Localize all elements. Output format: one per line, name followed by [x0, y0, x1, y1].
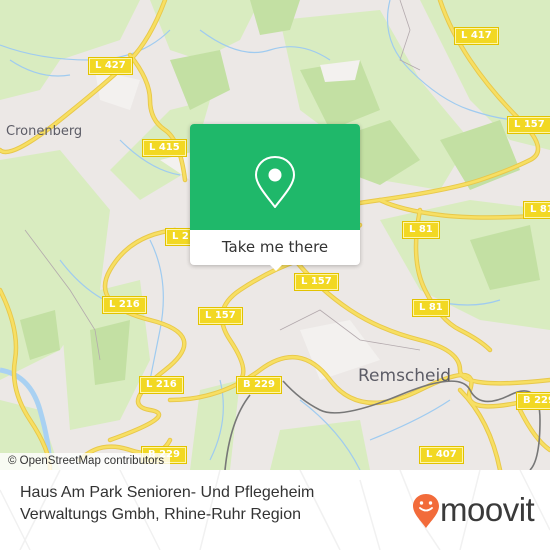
road-shield-l81: L 81 [524, 202, 550, 218]
footer: Haus Am Park Senioren- Und Pflegeheim Ve… [0, 470, 550, 550]
take-me-there-button[interactable]: Take me there [190, 230, 360, 265]
road-shield-b229: B 229 [517, 393, 550, 409]
popup-pointer [268, 263, 284, 271]
moovit-logo[interactable]: moovit [412, 490, 542, 530]
moovit-wordmark: moovit [440, 491, 535, 528]
road-shield-l157: L 157 [508, 117, 550, 133]
road-shield-l157: L 157 [199, 308, 242, 324]
location-popup: Take me there [190, 124, 360, 271]
road-shield-l417: L 417 [455, 28, 498, 44]
map-view[interactable]: Cronenberg Remscheid L 427 L 415 L 417 L… [0, 0, 550, 470]
moovit-pin-icon [413, 494, 439, 528]
road-shield-l81: L 81 [403, 222, 439, 238]
road-shield-l157: L 157 [295, 274, 338, 290]
road-shield-l216: L 216 [103, 297, 146, 313]
place-label-cronenberg: Cronenberg [6, 124, 83, 139]
road-shield-l216: L 216 [140, 377, 183, 393]
popup-header [190, 124, 360, 230]
road-shield-l427: L 427 [89, 58, 132, 74]
road-shield-l415: L 415 [143, 140, 186, 156]
location-pin-icon [254, 155, 296, 208]
road-shield-l81: L 81 [413, 300, 449, 316]
railway [224, 380, 541, 470]
road-shield-b229: B 229 [237, 377, 281, 393]
place-label-remscheid: Remscheid [358, 366, 452, 386]
road-shield-l407: L 407 [420, 447, 463, 463]
map-attribution[interactable]: © OpenStreetMap contributors [0, 453, 171, 470]
place-title: Haus Am Park Senioren- Und Pflegeheim Ve… [20, 484, 315, 523]
